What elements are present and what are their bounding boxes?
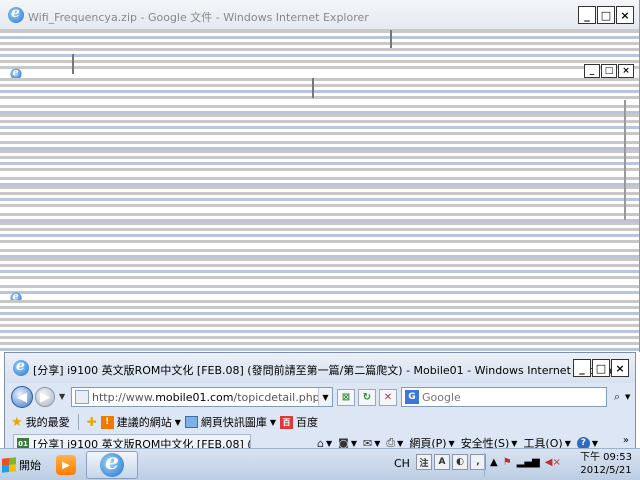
close-button[interactable]: ×: [611, 359, 629, 377]
compatibility-view-button[interactable]: ⊠: [337, 389, 355, 406]
language-indicator[interactable]: CH: [394, 457, 410, 470]
clock-time: 下午 09:53: [580, 452, 632, 463]
chevron-down-icon: ▼: [269, 417, 277, 427]
media-player-icon: ▶: [56, 455, 76, 475]
address-bar[interactable]: http://www.mobile01.com/topicdetail.php?…: [71, 387, 333, 407]
clock-date: 2012/5/21: [580, 465, 632, 476]
start-button[interactable]: 開始: [2, 453, 46, 477]
address-row: ◀ ▶ ▼ http://www.mobile01.com/topicdetai…: [5, 383, 635, 411]
ime-toolbar: 注 A ◐ ,: [416, 454, 486, 470]
system-tray: ▲ ⚑ ▂▄▆ ◀×: [490, 457, 561, 468]
suggested-sites-link[interactable]: ! 建議的網站 ▼: [100, 414, 181, 430]
search-options-dropdown[interactable]: ▼: [625, 393, 630, 401]
divider: [484, 453, 485, 477]
stop-button[interactable]: ✕: [379, 389, 397, 406]
ime-input-icon[interactable]: A: [434, 454, 450, 470]
action-center-icon[interactable]: ⚑: [503, 457, 512, 468]
ghost-browser-window: Wifi_Frequencya.zip - Google 文件 - Window…: [0, 0, 640, 352]
ghost-window-controls: _ □ ×: [578, 6, 634, 24]
stripe-block: [0, 300, 639, 351]
artifact-divider: [390, 30, 392, 48]
address-dropdown-button[interactable]: ▼: [318, 388, 332, 406]
ie-browser-window: [分享] i9100 英文版ROM中文化 [FEB.08] (發問前請至第一篇/…: [4, 352, 636, 452]
minimize-button[interactable]: _: [578, 6, 596, 24]
google-icon: G: [405, 390, 419, 404]
stripe-block: [0, 30, 639, 69]
page-icon: [75, 390, 89, 404]
divider: [77, 414, 79, 430]
ghost-window-title: Wifi_Frequencya.zip - Google 文件 - Window…: [28, 11, 369, 24]
web-slice-gallery-link[interactable]: 網頁快訊圖庫 ▼: [184, 414, 277, 430]
favorites-bar: ★ 我的最愛 ✚ ! 建議的網站 ▼ 網頁快訊圖庫 ▼ 百 百度: [5, 411, 635, 433]
stripe-block: [0, 78, 639, 294]
add-favorite-icon: ✚: [86, 415, 97, 429]
volume-muted-icon[interactable]: ◀×: [545, 457, 561, 468]
ime-shape-icon[interactable]: ◐: [452, 454, 468, 470]
web-slice-icon: [184, 416, 198, 428]
chevron-right-icon[interactable]: »: [623, 435, 629, 446]
close-button[interactable]: ×: [616, 6, 634, 24]
search-icon[interactable]: ⌕: [609, 389, 625, 405]
maximize-button[interactable]: □: [592, 359, 610, 377]
windows-logo-icon: [2, 457, 16, 473]
ie-icon: [100, 449, 124, 477]
artifact-divider: [72, 54, 74, 74]
ie-icon: [13, 358, 29, 376]
back-button[interactable]: ◀: [11, 386, 33, 408]
artifact-scrollbar: [624, 100, 626, 220]
maximize-button: □: [601, 64, 617, 78]
recent-pages-dropdown[interactable]: ▼: [59, 392, 65, 401]
favorites-button[interactable]: ★ 我的最愛: [11, 414, 70, 430]
star-icon: ★: [11, 414, 23, 430]
search-input[interactable]: [422, 390, 582, 404]
show-hidden-icons-button[interactable]: ▲: [490, 457, 498, 468]
add-to-favorites-bar-button[interactable]: ✚: [87, 415, 97, 429]
minimize-button[interactable]: _: [573, 359, 591, 377]
forward-button[interactable]: ▶: [35, 387, 55, 407]
ie-titlebar[interactable]: [分享] i9100 英文版ROM中文化 [FEB.08] (發問前請至第一篇/…: [5, 353, 635, 383]
suggested-sites-icon: !: [100, 415, 114, 429]
ie-taskbar-button[interactable]: [86, 449, 138, 479]
ime-mode-icon[interactable]: 注: [416, 454, 432, 470]
search-box[interactable]: G: [401, 387, 607, 407]
close-button: ×: [618, 64, 634, 78]
window-title: [分享] i9100 英文版ROM中文化 [FEB.08] (發問前請至第一篇/…: [33, 364, 621, 377]
address-url[interactable]: http://www.mobile01.com/topicdetail.php?…: [92, 391, 318, 404]
clock[interactable]: 下午 09:53 2012/5/21: [580, 451, 632, 477]
media-player-taskbar-button[interactable]: ▶: [50, 451, 82, 479]
stripe-line: [0, 66, 639, 69]
baidu-link[interactable]: 百 百度: [280, 414, 318, 430]
taskbar: 開始 ▶ CH 注 A ◐ , ▲ ⚑ ▂▄▆ ◀× 下午 09:53 2012…: [0, 448, 640, 480]
minimize-button: _: [584, 64, 600, 78]
artifact-divider: [312, 78, 314, 98]
ghost-titlebar: Wifi_Frequencya.zip - Google 文件 - Window…: [0, 0, 639, 30]
ie-icon: [8, 5, 24, 23]
maximize-button[interactable]: □: [597, 6, 615, 24]
baidu-icon: 百: [280, 415, 294, 429]
stripe-line: [0, 348, 639, 351]
chevron-down-icon: ▼: [174, 417, 181, 427]
refresh-button[interactable]: ↻: [358, 389, 376, 406]
network-icon[interactable]: ▂▄▆: [517, 457, 540, 468]
window-controls: _ □ ×: [573, 359, 629, 377]
